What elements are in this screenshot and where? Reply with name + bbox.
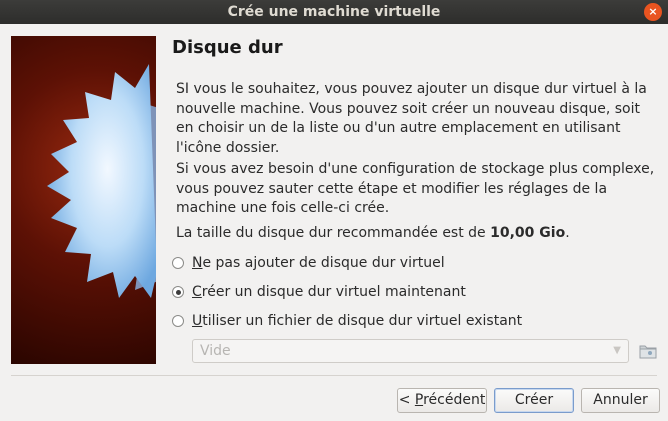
window-title: Crée une machine virtuelle (227, 4, 441, 20)
intro-paragraph: SI vous le souhaitez, vous pouvez ajoute… (176, 81, 647, 156)
radio-button-create-disk[interactable] (172, 286, 184, 298)
cancel-button[interactable]: Annuler (581, 388, 660, 413)
chevron-down-icon: ▼ (613, 345, 621, 356)
size-suffix: . (565, 225, 570, 241)
existing-disk-select[interactable]: Vide ▼ (192, 339, 629, 363)
radio-button-existing-disk[interactable] (172, 315, 184, 327)
footer-separator (11, 375, 657, 376)
existing-disk-select-value: Vide (200, 343, 231, 359)
recommended-size-text: La taille du disque dur recommandée est … (176, 224, 656, 244)
choose-disk-file-button[interactable] (638, 341, 658, 361)
radio-existing-disk[interactable]: Utiliser un fichier de disque dur virtue… (172, 311, 522, 331)
page-title: Disque dur (172, 37, 283, 58)
wizard-banner-image (11, 36, 156, 364)
star-burst-icon (47, 64, 156, 298)
radio-label-no-disk: Ne pas ajouter de disque dur virtuel (192, 255, 445, 271)
recommended-size-value: 10,00 Gio (490, 225, 566, 241)
radio-create-disk[interactable]: Créer un disque dur virtuel maintenant (172, 282, 466, 302)
advanced-storage-paragraph: Si vous avez besoin d'une configuration … (176, 161, 655, 216)
radio-label-existing-disk: Utiliser un fichier de disque dur virtue… (192, 313, 523, 329)
folder-icon (639, 345, 657, 359)
back-button[interactable]: < Précédent (397, 388, 487, 413)
close-window-button[interactable]: × (644, 3, 662, 21)
radio-label-create-disk: Créer un disque dur virtuel maintenant (192, 284, 466, 300)
create-button[interactable]: Créer (494, 388, 574, 413)
window-titlebar: Crée une machine virtuelle × (0, 0, 668, 24)
size-prefix: La taille du disque dur recommandée est … (176, 225, 491, 241)
radio-button-no-disk[interactable] (172, 257, 184, 269)
radio-no-disk[interactable]: Ne pas ajouter de disque dur virtuel (172, 253, 445, 273)
